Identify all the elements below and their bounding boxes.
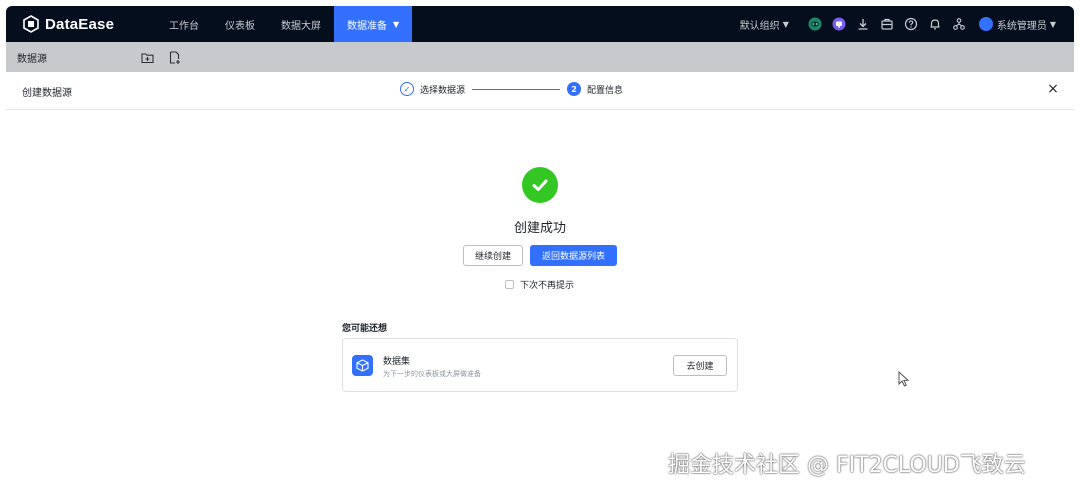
copilot-icon[interactable] [832, 17, 846, 31]
step-indicator: ✓ 选择数据源 2 配置信息 [400, 82, 623, 96]
top-navbar: DataEase 工作台 仪表板 数据大屏 数据准备 ▼ 默认组织 ▼ 系统管理… [6, 6, 1074, 42]
ai-assistant-icon[interactable] [808, 17, 822, 31]
step-number: 2 [567, 82, 582, 96]
logo-icon [23, 15, 39, 33]
nav-item-workbench[interactable]: 工作台 [156, 6, 212, 42]
dialog-header: 创建数据源 ✓ 选择数据源 2 配置信息 × [6, 72, 1074, 110]
step-label-config: 配置信息 [587, 85, 624, 96]
step-label-select-source: 选择数据源 [420, 85, 466, 96]
back-to-list-button[interactable]: 返回数据源列表 [530, 245, 617, 266]
nav-label: 仪表板 [225, 20, 255, 32]
nav-item-dashboard[interactable]: 仪表板 [212, 6, 268, 42]
toolbox-icon[interactable] [880, 17, 894, 31]
go-create-button[interactable]: 去创建 [673, 355, 727, 376]
org-label: 默认组织 [739, 20, 780, 32]
nav-label: 数据大屏 [281, 20, 321, 32]
success-check-icon [522, 167, 558, 203]
user-name: 系统管理员 [996, 20, 1047, 32]
background-sidebar-header: 数据源 [6, 42, 1074, 72]
nav-label: 工作台 [169, 20, 199, 32]
app-name: DataEase [45, 15, 115, 33]
org-switcher[interactable]: 默认组织 ▼ [740, 17, 789, 32]
main-nav: 工作台 仪表板 数据大屏 数据准备 ▼ [156, 6, 413, 42]
suggestion-heading: 您可能还想 [342, 324, 388, 334]
watermark-text: 掘金技术社区 @ FIT2CLOUD飞致云 [668, 453, 1026, 478]
mouse-cursor-icon [898, 371, 910, 387]
chevron-down-icon: ▼ [782, 19, 789, 29]
chevron-down-icon: ▼ [393, 19, 400, 29]
card-description: 为下一步的仪表板或大屏做准备 [383, 370, 481, 378]
new-file-icon[interactable] [168, 51, 181, 64]
close-icon[interactable]: × [1046, 82, 1060, 96]
check-icon: ✓ [400, 82, 414, 96]
success-title: 创建成功 [513, 221, 566, 236]
cube-icon [352, 355, 373, 376]
chevron-down-icon: ▼ [1049, 19, 1056, 29]
new-folder-icon[interactable] [141, 51, 154, 64]
dont-remind-checkbox[interactable] [505, 280, 514, 289]
dont-remind-label: 下次不再提示 [520, 281, 575, 291]
sidebar-title: 数据源 [17, 54, 47, 65]
nav-item-data-prep[interactable]: 数据准备 ▼ [334, 6, 413, 42]
org-tree-icon[interactable] [952, 17, 966, 31]
user-menu[interactable]: 系统管理员 ▼ [978, 17, 1056, 32]
create-datasource-dialog: 创建数据源 ✓ 选择数据源 2 配置信息 × 创建成功 继续创建 返回数据源列表… [6, 72, 1074, 493]
download-icon[interactable] [856, 17, 870, 31]
avatar [978, 17, 993, 31]
action-buttons: 继续创建 返回数据源列表 [463, 245, 617, 266]
nav-item-screen[interactable]: 数据大屏 [268, 6, 334, 42]
step-connector [472, 88, 561, 90]
nav-label: 数据准备 [347, 20, 387, 32]
bell-icon[interactable] [928, 17, 942, 31]
help-icon[interactable] [904, 17, 918, 31]
continue-create-button[interactable]: 继续创建 [463, 245, 523, 266]
card-title: 数据集 [383, 357, 411, 367]
dont-remind-option[interactable]: 下次不再提示 [505, 278, 574, 291]
dialog-title: 创建数据源 [22, 88, 72, 99]
header-tools: 默认组织 ▼ 系统管理员 ▼ [740, 6, 1056, 42]
dataset-suggestion-card: 数据集 为下一步的仪表板或大屏做准备 去创建 [342, 338, 738, 392]
app-logo[interactable]: DataEase [22, 15, 142, 33]
